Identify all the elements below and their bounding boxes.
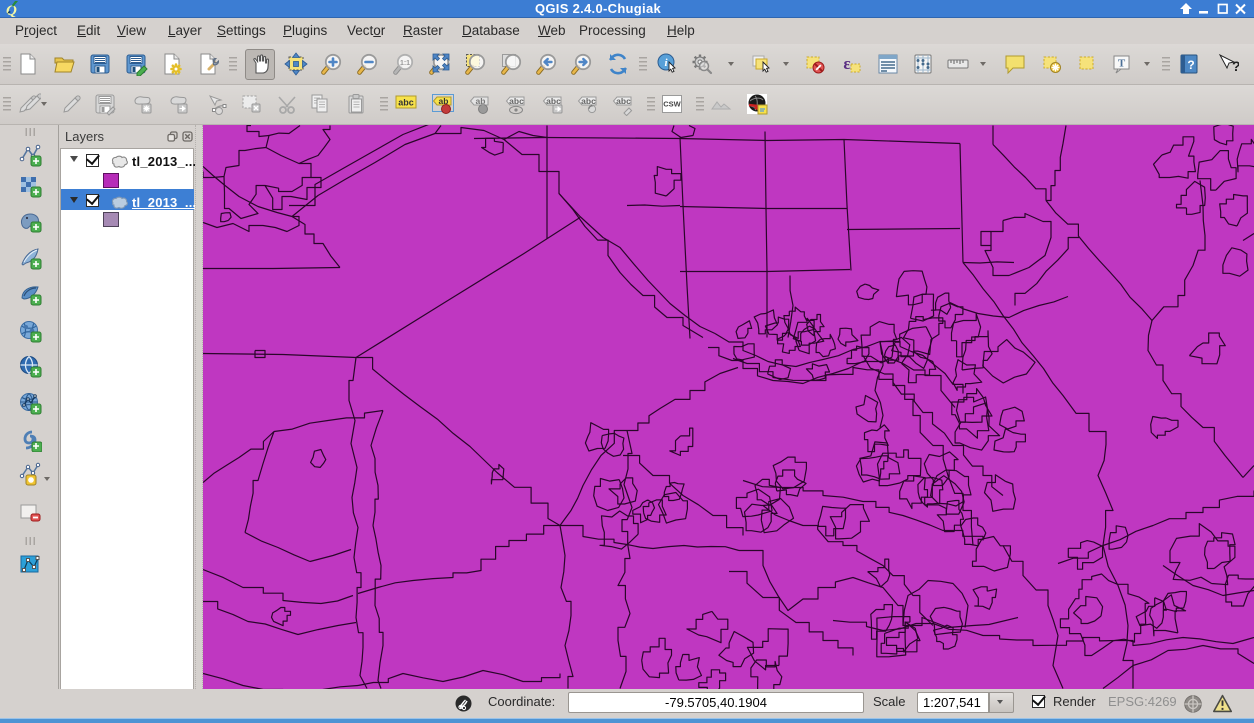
svg-text:abc: abc <box>616 96 631 106</box>
svg-text:1:1: 1:1 <box>400 60 410 67</box>
svg-text:CSW: CSW <box>663 100 681 109</box>
svg-text:?: ? <box>1232 58 1239 74</box>
svg-text:T: T <box>1118 58 1126 70</box>
svg-text:ε: ε <box>843 54 850 73</box>
svg-text:abc: abc <box>398 98 414 108</box>
svg-text:abc: abc <box>581 96 596 106</box>
svg-text:abc: abc <box>509 96 524 106</box>
svg-text:?: ? <box>1187 58 1194 72</box>
